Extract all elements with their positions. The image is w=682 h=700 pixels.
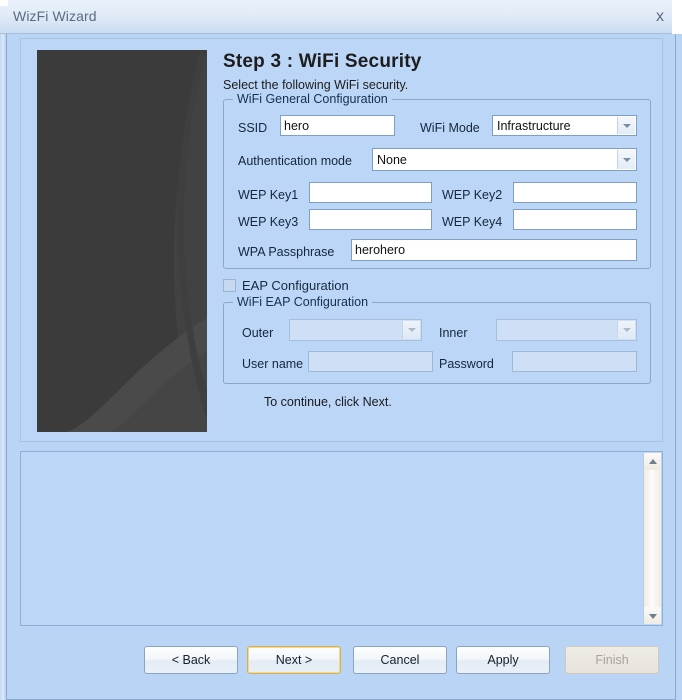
wifi-mode-label: WiFi Mode (420, 121, 480, 135)
wpa-passphrase-input[interactable] (351, 239, 637, 261)
close-icon[interactable]: x (648, 5, 672, 29)
wizard-content: Step 3 : WiFi Security Select the follow… (223, 51, 651, 409)
chevron-down-icon[interactable] (617, 321, 635, 339)
authentication-mode-value: None (377, 152, 407, 167)
eap-configuration-label: EAP Configuration (242, 278, 349, 293)
wep-key4-label: WEP Key4 (442, 215, 503, 229)
log-scrollbar[interactable] (643, 453, 661, 624)
window-title: WizFi Wizard (13, 8, 97, 24)
wep-key2-input[interactable] (513, 182, 637, 203)
chevron-down-icon[interactable] (617, 117, 635, 134)
wep-key3-input[interactable] (309, 209, 432, 230)
triangle-down-icon (648, 613, 657, 619)
wifi-eap-group-title: WiFi EAP Configuration (233, 295, 373, 309)
username-label: User name (242, 357, 304, 371)
chevron-down-icon[interactable] (402, 321, 420, 339)
wizfi-wizard-window: WizFi Wizard x Step 3 : WiFi Security Se… (0, 0, 682, 700)
authentication-mode-label: Authentication mode (238, 154, 352, 168)
page-subtitle: Select the following WiFi security. (223, 78, 409, 92)
title-bar-corner-right (672, 0, 682, 34)
ssid-input[interactable] (280, 115, 395, 136)
outer-label: Outer (242, 326, 274, 340)
inner-dropdown[interactable] (496, 319, 637, 341)
ssid-label: SSID (238, 121, 268, 135)
scroll-down-button[interactable] (644, 607, 661, 624)
wifi-general-group-title: WiFi General Configuration (233, 92, 392, 106)
wizard-banner-image (37, 50, 207, 432)
wpa-passphrase-label: WPA Passphrase (238, 245, 335, 259)
title-bar-corner-left (0, 0, 8, 6)
wep-key1-input[interactable] (309, 182, 432, 203)
finish-button: Finish (565, 646, 659, 674)
wep-key3-label: WEP Key3 (238, 215, 299, 229)
back-button[interactable]: < Back (144, 646, 238, 674)
inner-label: Inner (439, 326, 468, 340)
triangle-up-icon (648, 458, 657, 464)
continue-instruction: To continue, click Next. (264, 395, 392, 409)
wizard-page-panel: Step 3 : WiFi Security Select the follow… (20, 38, 663, 442)
authentication-mode-dropdown[interactable]: None (372, 148, 637, 171)
wep-key4-input[interactable] (513, 209, 637, 230)
password-label: Password (439, 357, 494, 371)
password-input[interactable] (512, 351, 637, 372)
wifi-mode-value: Infrastructure (497, 118, 571, 133)
window-title-bar: WizFi Wizard x (0, 0, 682, 34)
banner-artwork-svg (37, 50, 207, 432)
wifi-mode-dropdown[interactable]: Infrastructure (492, 115, 637, 136)
scrollbar-track[interactable] (644, 470, 661, 607)
wifi-eap-configuration-group: WiFi EAP Configuration Outer Inner User … (223, 295, 651, 384)
window-body: Step 3 : WiFi Security Select the follow… (6, 34, 676, 700)
wizard-button-bar: < Back Next > Cancel Apply Finish (7, 634, 675, 698)
scroll-up-button[interactable] (644, 453, 661, 470)
eap-configuration-checkbox[interactable] (223, 279, 236, 292)
wep-key1-label: WEP Key1 (238, 188, 299, 202)
apply-button[interactable]: Apply (456, 646, 550, 674)
eap-configuration-checkbox-row[interactable]: EAP Configuration (223, 278, 651, 293)
next-button[interactable]: Next > (247, 646, 341, 674)
page-title: Step 3 : WiFi Security (223, 51, 422, 72)
username-input[interactable] (308, 351, 433, 372)
wep-key2-label: WEP Key2 (442, 188, 503, 202)
outer-dropdown[interactable] (289, 319, 422, 341)
chevron-down-icon[interactable] (617, 150, 635, 169)
log-output-panel[interactable] (20, 451, 663, 626)
cancel-button[interactable]: Cancel (353, 646, 447, 674)
wifi-general-configuration-group: WiFi General Configuration SSID WiFi Mod… (223, 92, 651, 269)
